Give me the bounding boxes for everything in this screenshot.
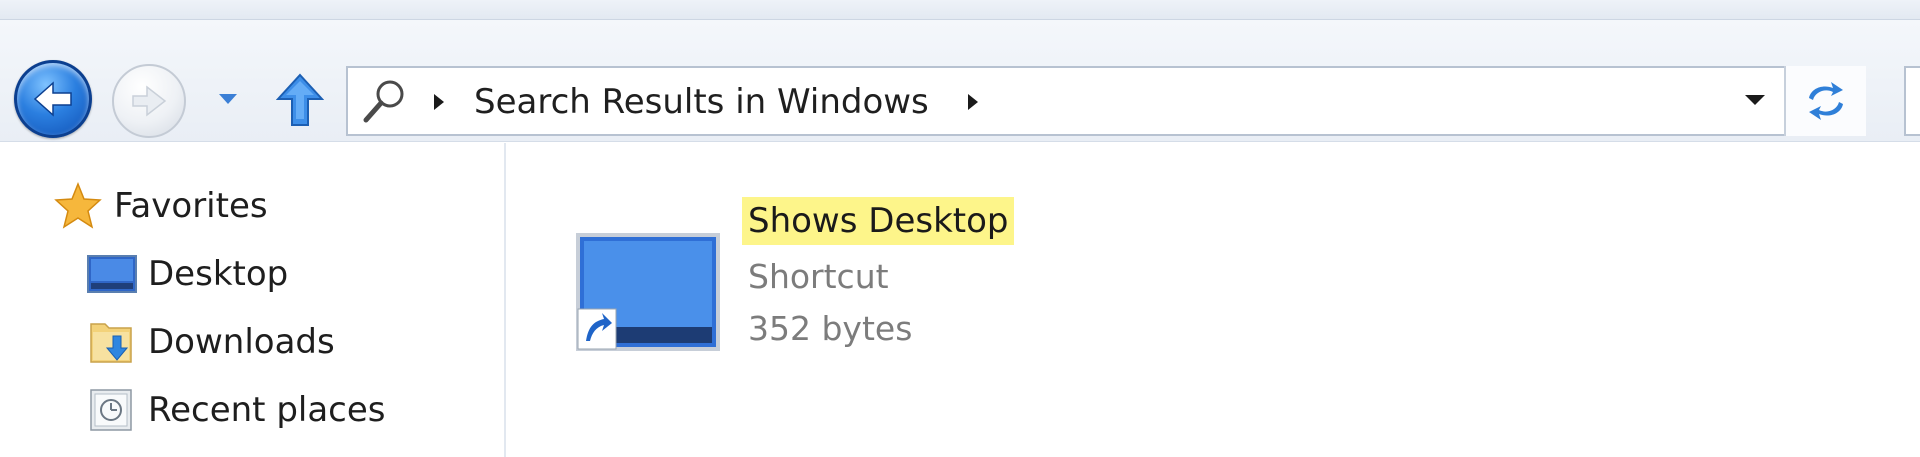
nav-item-label: Desktop [148,254,289,294]
nav-item-label: Downloads [148,322,335,362]
chevron-down-icon [219,94,237,104]
nav-item-downloads[interactable]: Downloads [86,315,335,369]
recent-locations-dropdown[interactable] [214,88,242,110]
star-icon [52,182,104,229]
breadcrumb-arrow-icon[interactable] [432,92,446,112]
refresh-button[interactable] [1784,66,1866,136]
address-path[interactable]: Search Results in Windows [474,80,929,124]
nav-item-label: Recent places [148,390,386,430]
ribbon-strip [0,0,1920,20]
nav-item-recent-places[interactable]: Recent places [86,383,386,437]
nav-item-favorites[interactable]: Favorites [52,179,268,233]
back-button[interactable] [14,60,92,138]
result-name[interactable]: Shows Desktop [742,197,1015,245]
back-arrow-icon [33,81,72,117]
desktop-shortcut-icon [576,233,720,351]
downloads-folder-icon [86,320,138,364]
up-button[interactable] [274,72,326,128]
nav-item-label: Favorites [114,186,268,226]
search-icon [363,80,404,123]
breadcrumb-arrow-icon[interactable] [966,92,980,112]
recent-places-icon [86,388,138,432]
search-box[interactable] [1904,66,1920,136]
result-type: Shortcut [748,257,889,296]
forward-arrow-icon [132,85,167,117]
result-size: 352 bytes [748,309,913,348]
navigation-bar: Search Results in Windows [0,20,1920,142]
navigation-pane: Favorites Desktop Downloads Recent place… [0,143,506,457]
address-bar[interactable]: Search Results in Windows [346,66,1866,136]
forward-button[interactable] [112,64,186,138]
up-arrow-icon [276,73,324,126]
refresh-icon [1809,82,1843,120]
result-item[interactable]: Shows Desktop Shortcut 352 bytes [574,173,1034,351]
desktop-icon [86,252,138,296]
content-pane: Shows Desktop Shortcut 352 bytes [508,143,1920,457]
address-history-dropdown-icon[interactable] [1742,90,1768,110]
nav-item-desktop[interactable]: Desktop [86,247,288,301]
